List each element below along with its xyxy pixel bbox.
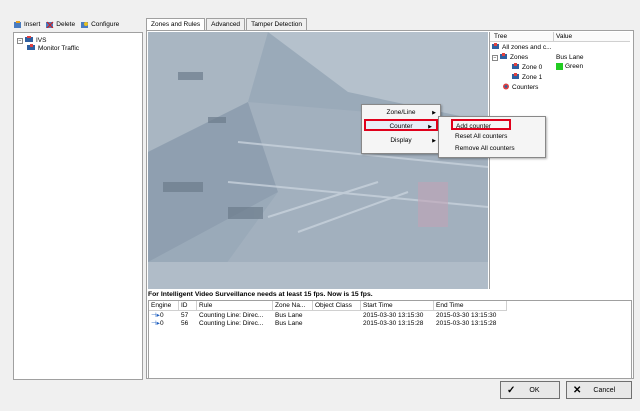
video-preview[interactable] — [148, 32, 488, 289]
cancel-button[interactable]: ✕ Cancel — [566, 381, 632, 399]
object-class-cell — [313, 320, 361, 328]
end-time-cell: 2015-03-30 13:15:30 — [436, 312, 497, 319]
prop-row-zone-0[interactable]: Zone 0 — [512, 63, 542, 72]
header-divider — [553, 32, 554, 41]
checkmark-icon: ✓ — [507, 384, 516, 396]
id-cell: 56 — [181, 320, 189, 327]
collapse-icon[interactable]: − — [492, 54, 498, 61]
col-rule[interactable]: Rule — [197, 301, 273, 311]
submenu-arrow-icon: ▶ — [432, 138, 436, 144]
menu-item-display[interactable]: Display ▶ — [362, 135, 440, 147]
counter-submenu: Add counter Reset All counters Remove Al… — [438, 116, 546, 158]
rule-cell: Counting Line: Direc... — [199, 320, 264, 327]
end-time-cell: 2015-03-30 13:15:28 — [436, 320, 497, 327]
col-engine[interactable]: Engine — [149, 301, 179, 311]
zone-icon — [512, 63, 520, 72]
engine-icon: ⊣▸ — [151, 312, 160, 319]
delete-button[interactable]: Delete — [46, 21, 75, 28]
prop-row-zones[interactable]: − Zones — [492, 53, 528, 62]
close-icon: ✕ — [573, 384, 582, 396]
rule-icon — [27, 44, 36, 53]
col-end-time[interactable]: End Time — [434, 301, 507, 311]
header-tree: Tree — [494, 33, 508, 40]
left-toolbar: Insert Delete Configure — [14, 18, 139, 30]
counters-icon — [502, 83, 510, 92]
camera-frame-image — [148, 32, 488, 289]
tree-node-monitor-traffic[interactable]: Monitor Traffic — [27, 44, 79, 53]
zone-cell: Bus Lane — [275, 312, 303, 319]
prop-row-zone-1[interactable]: Zone 1 — [512, 73, 542, 82]
id-cell: 57 — [181, 312, 189, 319]
start-time-cell: 2015-03-30 13:15:28 — [363, 320, 424, 327]
object-class-cell — [313, 312, 361, 320]
engine-tree[interactable]: − IVS Monitor Traffic — [13, 32, 143, 380]
insert-icon — [14, 20, 22, 28]
configure-button[interactable]: Configure — [81, 21, 119, 28]
events-grid[interactable]: Engine ID Rule Zone Na... Object Class S… — [148, 300, 632, 379]
insert-button[interactable]: Insert — [14, 20, 40, 28]
collapse-icon[interactable]: − — [17, 37, 23, 44]
zones-icon — [500, 53, 508, 62]
menu-item-remove-all-counters[interactable]: Remove All counters — [443, 143, 541, 154]
delete-icon — [46, 21, 54, 28]
header-value: Value — [556, 33, 573, 40]
menu-item-add-counter[interactable]: Add counter — [451, 119, 511, 130]
configure-icon — [81, 21, 89, 28]
col-zone-name[interactable]: Zone Na... — [273, 301, 313, 311]
tab-strip: Zones and Rules Advanced Tamper Detectio… — [146, 18, 308, 32]
context-menu: Zone/Line ▶ Counter ▶ Display ▶ — [361, 104, 441, 154]
engine-cell: ⊣▸0 — [151, 320, 164, 327]
start-time-cell: 2015-03-30 13:15:30 — [363, 312, 424, 319]
fps-warning: For Intelligent Video Surveillance needs… — [148, 291, 373, 298]
prop-row-all[interactable]: All zones and c... — [492, 43, 552, 52]
submenu-arrow-icon: ▶ — [428, 124, 432, 130]
submenu-arrow-icon: ▶ — [432, 110, 436, 116]
engine-icon: ⊣▸ — [151, 320, 160, 327]
rule-cell: Counting Line: Direc... — [199, 312, 264, 319]
all-zones-icon — [492, 43, 500, 52]
property-header: Tree Value — [490, 32, 630, 42]
menu-item-reset-all-counters[interactable]: Reset All counters — [443, 131, 541, 142]
ok-button[interactable]: ✓ OK — [500, 381, 560, 399]
menu-item-zone-line[interactable]: Zone/Line ▶ — [362, 107, 440, 119]
prop-row-counters[interactable]: Counters — [502, 83, 538, 92]
col-object-class[interactable]: Object Class — [313, 301, 361, 311]
zones-property-tree[interactable]: Tree Value All zones and c... − Zones Bu… — [489, 32, 630, 289]
zone-0-color-value[interactable]: Green — [556, 63, 583, 70]
col-id[interactable]: ID — [179, 301, 197, 311]
zone-icon — [512, 73, 520, 82]
green-swatch — [556, 63, 563, 70]
col-start-time[interactable]: Start Time — [361, 301, 434, 311]
engine-cell: ⊣▸0 — [151, 312, 164, 319]
zone-cell: Bus Lane — [275, 320, 303, 327]
menu-item-counter[interactable]: Counter ▶ — [364, 119, 438, 131]
zones-value: Bus Lane — [556, 54, 584, 61]
